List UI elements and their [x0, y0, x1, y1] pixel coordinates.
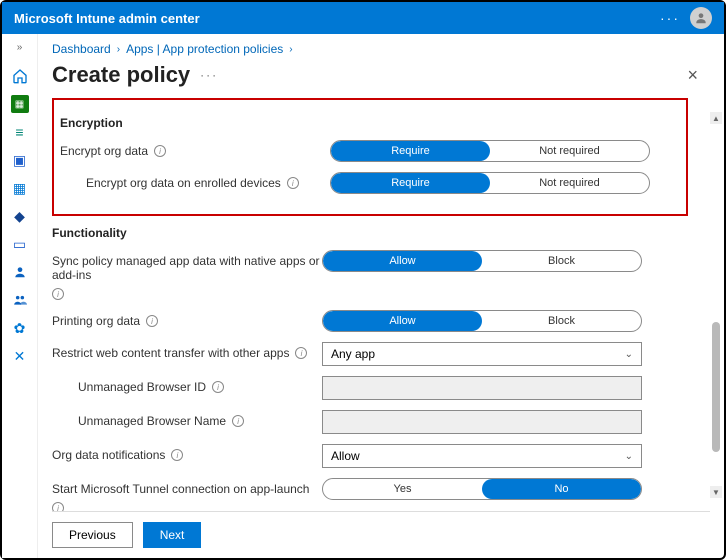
section-encryption-title: Encryption [60, 116, 680, 130]
browser-name-input [322, 410, 642, 434]
sidebar: » ▦ ≡ ▣ ▦ ◆ ▭ ✿ ✕ [2, 34, 38, 558]
notifications-dropdown[interactable]: Allow ⌄ [322, 444, 642, 468]
browser-id-label: Unmanaged Browser ID [78, 380, 206, 394]
info-icon[interactable]: i [295, 347, 307, 359]
tunnel-no[interactable]: No [482, 479, 641, 499]
restrict-web-value: Any app [331, 347, 375, 361]
encrypt-org-toggle[interactable]: Require Not required [330, 140, 650, 162]
sync-toggle[interactable]: Allow Block [322, 250, 642, 272]
encrypt-org-label: Encrypt org data [60, 144, 148, 158]
app-title: Microsoft Intune admin center [14, 11, 660, 26]
chevron-right-icon: › [117, 44, 120, 55]
scrollbar[interactable]: ▲ ▼ [710, 112, 722, 498]
encrypt-enrolled-require[interactable]: Require [331, 173, 490, 193]
chevron-right-icon: › [289, 44, 292, 55]
browser-name-label: Unmanaged Browser Name [78, 414, 226, 428]
titlebar: Microsoft Intune admin center ··· [2, 2, 724, 34]
avatar[interactable] [690, 7, 712, 29]
info-icon[interactable]: i [154, 145, 166, 157]
scroll-down-icon[interactable]: ▼ [710, 486, 722, 498]
encrypt-org-notrequired[interactable]: Not required [490, 141, 649, 161]
devices-icon[interactable]: ▣ [11, 151, 29, 169]
footer: Previous Next [52, 511, 710, 558]
groups-icon[interactable] [11, 291, 29, 309]
info-icon[interactable]: i [146, 315, 158, 327]
endpoint-security-icon[interactable]: ◆ [11, 207, 29, 225]
list-icon[interactable]: ≡ [11, 123, 29, 141]
encryption-highlight: Encryption Encrypt org data i Require No… [52, 98, 688, 216]
page-more-icon[interactable]: ··· [200, 68, 218, 82]
info-icon[interactable]: i [52, 502, 64, 511]
previous-button[interactable]: Previous [52, 522, 133, 548]
info-icon[interactable]: i [212, 381, 224, 393]
next-button[interactable]: Next [143, 522, 202, 548]
info-icon[interactable]: i [171, 449, 183, 461]
restrict-web-label: Restrict web content transfer with other… [52, 346, 289, 360]
restrict-web-dropdown[interactable]: Any app ⌄ [322, 342, 642, 366]
tenant-admin-icon[interactable]: ✿ [11, 319, 29, 337]
sync-label: Sync policy managed app data with native… [52, 254, 322, 282]
sync-allow[interactable]: Allow [323, 251, 482, 271]
troubleshoot-icon[interactable]: ✕ [11, 347, 29, 365]
home-icon[interactable] [11, 67, 29, 85]
more-icon[interactable]: ··· [660, 10, 680, 26]
sidebar-expand-icon[interactable]: » [17, 42, 23, 53]
apps-icon[interactable]: ▦ [11, 179, 29, 197]
encrypt-enrolled-toggle[interactable]: Require Not required [330, 172, 650, 194]
info-icon[interactable]: i [287, 177, 299, 189]
printing-block[interactable]: Block [482, 311, 641, 331]
printing-label: Printing org data [52, 314, 140, 328]
dashboard-icon[interactable]: ▦ [11, 95, 29, 113]
breadcrumb-apps[interactable]: Apps | App protection policies [126, 42, 283, 56]
printing-toggle[interactable]: Allow Block [322, 310, 642, 332]
info-icon[interactable]: i [232, 415, 244, 427]
chevron-down-icon: ⌄ [625, 349, 633, 360]
close-icon[interactable]: × [687, 65, 698, 86]
chevron-down-icon: ⌄ [625, 451, 633, 462]
breadcrumb-dashboard[interactable]: Dashboard [52, 42, 111, 56]
notifications-value: Allow [331, 449, 360, 463]
encrypt-org-require[interactable]: Require [331, 141, 490, 161]
users-icon[interactable] [11, 263, 29, 281]
section-functionality-title: Functionality [52, 226, 688, 240]
reports-icon[interactable]: ▭ [11, 235, 29, 253]
page-title: Create policy [52, 62, 190, 88]
sync-block[interactable]: Block [482, 251, 641, 271]
encrypt-enrolled-label: Encrypt org data on enrolled devices [86, 176, 281, 190]
notifications-label: Org data notifications [52, 448, 165, 462]
info-icon[interactable]: i [52, 288, 64, 300]
scroll-thumb[interactable] [712, 322, 720, 452]
encrypt-enrolled-notrequired[interactable]: Not required [490, 173, 649, 193]
scroll-up-icon[interactable]: ▲ [710, 112, 722, 124]
tunnel-label: Start Microsoft Tunnel connection on app… [52, 482, 309, 496]
tunnel-yes[interactable]: Yes [323, 479, 482, 499]
printing-allow[interactable]: Allow [323, 311, 482, 331]
breadcrumb: Dashboard › Apps | App protection polici… [52, 42, 710, 56]
browser-id-input [322, 376, 642, 400]
tunnel-toggle[interactable]: Yes No [322, 478, 642, 500]
